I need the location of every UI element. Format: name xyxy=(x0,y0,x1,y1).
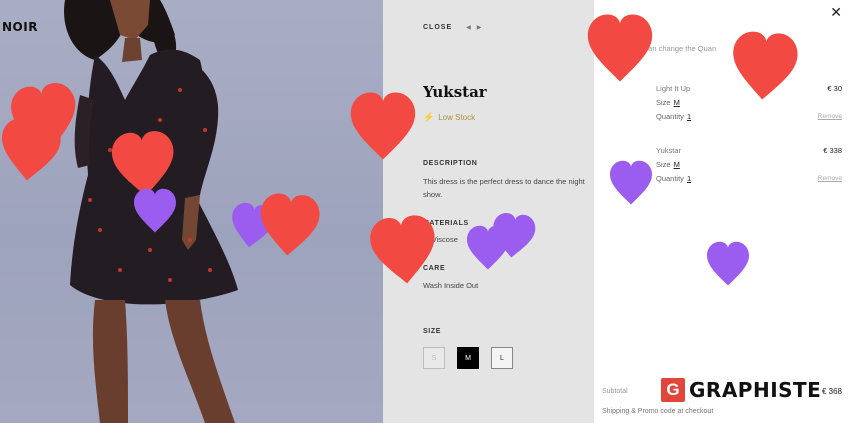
cart-item-price: € 338 xyxy=(823,145,842,155)
description-heading: DESCRIPTION xyxy=(423,160,478,167)
size-option-s[interactable]: S xyxy=(423,347,445,369)
cart-note-start: ou can change the Quan xyxy=(634,44,717,53)
cart-item-qty-label: Quantity xyxy=(656,111,684,121)
care-heading: CARE xyxy=(423,265,446,272)
remove-link[interactable]: Remove xyxy=(818,175,842,182)
product-detail-panel: CLOSE ◀ ▶ Yukstar ⚡ Low Stock DESCRIPTIO… xyxy=(383,0,594,423)
cart-item-size-label: Size xyxy=(656,159,671,169)
graphiste-logo: G GRAPHISTE xyxy=(661,378,821,402)
materials-text: % Viscose xyxy=(423,235,458,244)
stock-label: Low Stock xyxy=(438,113,476,122)
close-link[interactable]: CLOSE xyxy=(423,24,452,31)
size-option-m[interactable]: M xyxy=(457,347,479,369)
cart-item-size-label: Size xyxy=(656,97,671,107)
cart-item-qty[interactable]: 1 xyxy=(687,112,691,121)
pagination-arrows: ◀ ▶ xyxy=(466,24,481,31)
cart-item-qty[interactable]: 1 xyxy=(687,174,691,183)
description-text: This dress is the perfect dress to dance… xyxy=(423,177,585,199)
logo-mark: G xyxy=(661,378,685,402)
cart-note-end: ere xyxy=(780,44,792,53)
product-photo: NOIR xyxy=(0,0,383,423)
care-text: Wash Inside Out xyxy=(423,281,479,290)
cart-item-size[interactable]: M xyxy=(674,160,680,169)
cart-item-name[interactable]: Yukstar xyxy=(656,146,681,155)
cart-item-price: € 30 xyxy=(827,83,842,93)
cart-item-qty-label: Quantity xyxy=(656,173,684,183)
logo-text: GRAPHISTE xyxy=(689,378,822,402)
cart-total: € 368 xyxy=(821,387,842,396)
brand-logo[interactable]: NOIR xyxy=(2,20,38,34)
chevron-right-icon[interactable]: ▶ xyxy=(477,24,482,31)
shipping-note: Shipping & Promo code at checkout xyxy=(602,408,714,415)
materials-heading: MATERIALS xyxy=(423,220,469,227)
model-image xyxy=(64,0,238,423)
cart-note: ou can change the Quan ere xyxy=(634,44,834,53)
size-heading: SIZE xyxy=(423,328,441,335)
cart-panel: ✕ ou can change the Quan ere Light It Up… xyxy=(594,0,850,423)
remove-link[interactable]: Remove xyxy=(818,113,842,120)
lightning-icon: ⚡ xyxy=(423,112,435,122)
cart-item: Light It Up € 30 Size M Quantity 1 Remove xyxy=(656,81,842,123)
size-selector: S M L xyxy=(423,347,513,369)
cart-item-size[interactable]: M xyxy=(674,98,680,107)
product-title: Yukstar xyxy=(423,83,487,101)
cart-item-name[interactable]: Light It Up xyxy=(656,84,690,93)
close-icon[interactable]: ✕ xyxy=(830,4,842,21)
subtotal-label: Subtotal xyxy=(602,388,628,395)
stock-status: ⚡ Low Stock xyxy=(423,112,475,123)
chevron-left-icon[interactable]: ◀ xyxy=(466,24,471,31)
close-row: CLOSE ◀ ▶ xyxy=(423,24,481,31)
cart-item: Yukstar € 338 Size M Quantity 1 Remove xyxy=(656,143,842,185)
size-option-l[interactable]: L xyxy=(491,347,513,369)
